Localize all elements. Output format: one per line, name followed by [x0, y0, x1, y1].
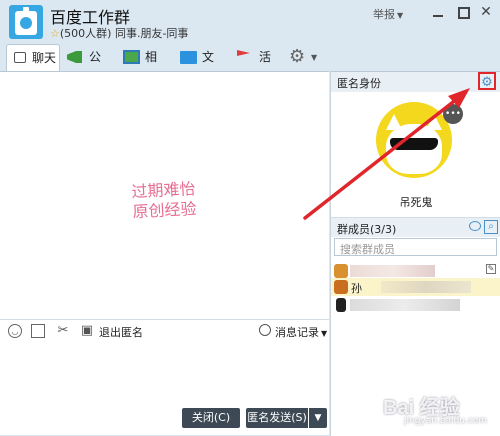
- title-bar: 百度工作群 ☆(500人群) 同事.朋友-同事 举报 ▼ ✕: [0, 0, 500, 44]
- group-toolbar: 聊天 公告 相册 文件 活动 ⚙ ▼: [0, 44, 330, 91]
- photo-album-icon: [123, 50, 140, 64]
- avatar: [336, 298, 346, 312]
- image-icon[interactable]: [31, 324, 45, 338]
- tab-chat[interactable]: 聊天: [6, 44, 60, 71]
- avatar: [334, 264, 348, 278]
- input-toolbar: ◡ ✂ ▣ 退出匿名 消息记录 ▼: [0, 319, 329, 342]
- anonymous-settings-gear-icon[interactable]: ⚙: [478, 72, 496, 90]
- chat-bubble-icon: [14, 52, 26, 63]
- anonymous-identity-header: 匿名身份 ⚙: [331, 72, 500, 92]
- message-history-label: 消息记录: [275, 326, 319, 339]
- watermark-stamp: 过期难怡 原创经验: [131, 178, 223, 223]
- close-button[interactable]: 关闭(C): [182, 408, 240, 428]
- member-list-item[interactable]: 孙: [331, 278, 500, 296]
- folder-icon: [180, 51, 197, 64]
- chat-message-area[interactable]: 过期难怡 原创经验: [0, 71, 329, 320]
- chevron-down-icon: ▼: [311, 53, 318, 62]
- avatar: [334, 280, 348, 294]
- maximize-button[interactable]: [455, 4, 471, 20]
- right-panel: 匿名身份 ⚙ ••• 吊死鬼 群成员(3/3) ⌕ 搜索群成员 ✎ 孙: [330, 71, 500, 436]
- search-icon[interactable]: ⌕: [484, 220, 498, 234]
- edit-icon[interactable]: ✎: [486, 264, 496, 274]
- report-label: 举报: [373, 8, 395, 21]
- flag-icon: [237, 50, 250, 56]
- gear-icon: ⚙: [289, 46, 306, 67]
- members-header: 群成员(3/3) ⌕: [331, 217, 500, 237]
- anonymous-avatar-badge[interactable]: •••: [443, 104, 463, 124]
- member-name: 孙: [351, 282, 362, 295]
- send-options-dropdown[interactable]: ▼: [309, 408, 327, 428]
- star-icon: ☆: [50, 27, 60, 40]
- message-history-button[interactable]: 消息记录 ▼: [275, 324, 327, 340]
- members-search-input[interactable]: 搜索群成员: [334, 238, 497, 256]
- report-button[interactable]: 举报 ▼: [373, 6, 403, 22]
- member-name-blurred: [350, 299, 460, 311]
- minimize-button[interactable]: [430, 4, 446, 20]
- group-avatar[interactable]: [9, 5, 43, 39]
- id-badge-clip: [23, 7, 29, 14]
- members-title: 群成员(3/3): [337, 223, 397, 236]
- anonymous-send-button[interactable]: 匿名发送(S): [246, 408, 308, 428]
- emoji-icon[interactable]: ◡: [8, 324, 22, 338]
- group-meta: ☆(500人群) 同事.朋友-同事: [50, 25, 188, 41]
- exit-anonymous-button[interactable]: 退出匿名: [99, 324, 143, 340]
- members-search-placeholder: 搜索群成员: [340, 243, 395, 256]
- clock-icon: [259, 324, 271, 336]
- screenshot-scissors-icon[interactable]: ✂: [56, 324, 70, 338]
- member-name-blurred: [381, 281, 471, 293]
- chevron-down-icon: ▼: [397, 11, 404, 20]
- tab-more-settings[interactable]: ⚙ ▼: [289, 44, 321, 71]
- anonymous-mask-icon[interactable]: ▣: [80, 324, 94, 338]
- sunglasses-icon: [390, 138, 438, 150]
- watermark-line-2: 原创经验: [132, 199, 197, 222]
- member-name-blurred: [350, 265, 435, 277]
- anonymous-identity-title: 匿名身份: [337, 77, 381, 90]
- group-chat-icon[interactable]: [469, 221, 481, 231]
- tab-chat-label: 聊天: [32, 51, 57, 65]
- group-meta-text: (500人群) 同事.朋友-同事: [59, 27, 189, 40]
- message-input[interactable]: 关闭(C) 匿名发送(S) ▼: [0, 342, 329, 435]
- anonymous-name: 吊死鬼: [399, 196, 433, 209]
- megaphone-icon: [67, 51, 82, 63]
- chevron-down-icon: ▼: [321, 329, 328, 338]
- baidu-watermark-url: jingyan.baidu.com: [404, 416, 488, 426]
- close-window-button[interactable]: ✕: [478, 4, 494, 20]
- id-badge-head: [20, 17, 32, 29]
- member-list-item[interactable]: [331, 296, 500, 314]
- anonymous-avatar[interactable]: [376, 102, 452, 178]
